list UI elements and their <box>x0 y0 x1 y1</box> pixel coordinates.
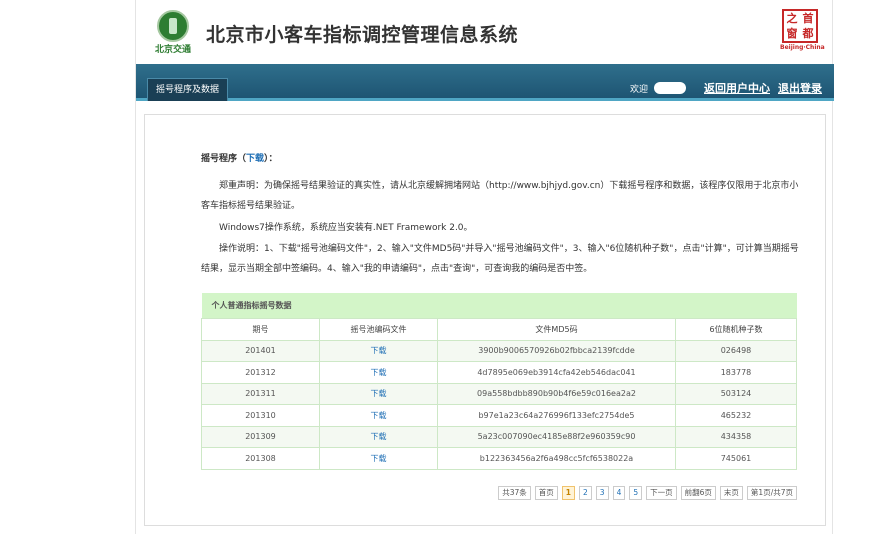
pool-file-download-link[interactable]: 下载 <box>319 382 438 405</box>
logo-emblem-icon <box>157 10 189 42</box>
section-title: 摇号程序（下载）： <box>201 154 278 164</box>
pool-file-download-link[interactable]: 下载 <box>319 447 438 470</box>
pool-file-download-link[interactable]: 下载 <box>319 361 438 384</box>
pager-total: 共37条 <box>498 486 531 500</box>
seal-char: 都 <box>802 27 814 40</box>
pool-file-download-link[interactable]: 下载 <box>319 339 438 362</box>
disclaimer-text: 郑重声明：为确保摇号结果验证的真实性，请从北京缓解拥堵网站（http://www… <box>201 181 799 211</box>
seed-cell: 183778 <box>675 361 797 384</box>
nav-bar: 摇号程序及数据 欢迎 返回用户中心 退出登录 <box>136 64 834 101</box>
site-title: 北京市小客车指标调控管理信息系统 <box>206 24 519 46</box>
col-header-pool-file: 摇号池编码文件 <box>319 318 438 341</box>
user-center-link[interactable]: 返回用户中心 <box>704 80 770 96</box>
seed-cell: 503124 <box>675 382 797 405</box>
seal-char: 窗 <box>786 27 798 40</box>
table-row: 201401 下载 3900b9006570926b02fbbca2139fcd… <box>201 339 797 362</box>
username-redacted <box>654 82 686 94</box>
pager-page-5[interactable]: 5 <box>629 486 643 500</box>
page-container: 北京交通 北京市小客车指标调控管理信息系统 之 首 窗 都 Beijing·Ch… <box>135 0 834 534</box>
table-row: 201308 下载 b122363456a2f6a498cc5fcf653802… <box>201 447 797 470</box>
table-row: 201310 下载 b97e1a23c64a276996f133efc2754d… <box>201 404 797 427</box>
md5-cell: 09a558bdbb890b90b4f6e59c016ea2a2 <box>437 382 676 405</box>
logout-link[interactable]: 退出登录 <box>778 80 822 96</box>
pager-page-4[interactable]: 4 <box>612 486 626 500</box>
seed-cell: 745061 <box>675 447 797 470</box>
md5-cell: b97e1a23c64a276996f133efc2754de5 <box>437 404 676 427</box>
program-download-link[interactable]: 下载 <box>246 154 264 164</box>
pager-next-button[interactable]: 下一页 <box>646 486 677 500</box>
seed-cell: 434358 <box>675 425 797 448</box>
table-row: 201311 下载 09a558bdbb890b90b4f6e59c016ea2… <box>201 382 797 405</box>
instructions-text: 操作说明：1、下载"摇号池编码文件"，2、输入"文件MD5码"并导入"摇号池编码… <box>201 244 799 274</box>
period-cell: 201308 <box>201 447 320 470</box>
md5-cell: b122363456a2f6a498cc5fcf6538022a <box>437 447 676 470</box>
pool-file-download-link[interactable]: 下载 <box>319 425 438 448</box>
period-cell: 201309 <box>201 425 320 448</box>
seed-cell: 465232 <box>675 404 797 427</box>
seal-char: 首 <box>802 12 814 25</box>
pager-status: 第1页/共7页 <box>746 486 797 500</box>
seal-caption: Beijing·China <box>780 44 825 51</box>
seal-char: 之 <box>786 12 798 25</box>
lottery-data-table: 个人普通指标摇号数据 期号 摇号池编码文件 文件MD5码 6位随机种子数 201… <box>201 293 797 470</box>
period-cell: 201310 <box>201 404 320 427</box>
pool-file-download-link[interactable]: 下载 <box>319 404 438 427</box>
logo-text: 北京交通 <box>154 45 191 55</box>
tab-lottery-data[interactable]: 摇号程序及数据 <box>147 78 229 101</box>
period-cell: 201401 <box>201 339 320 362</box>
col-header-seed: 6位随机种子数 <box>675 318 797 341</box>
capital-seal-logo: 之 首 窗 都 Beijing·China <box>780 9 825 55</box>
pager-page-1[interactable]: 1 <box>561 486 576 500</box>
table-row: 201312 下载 4d7895e069eb3914cfa42eb546dac0… <box>201 361 797 384</box>
pagination: 共37条 首页 1 2 3 4 5 下一页 前翻6页 末页 第1页/共7页 <box>498 486 797 500</box>
beijing-transport-logo: 北京交通 <box>153 10 193 55</box>
system-requirement-text: Windows7操作系统，系统应当安装有.NET Framework 2.0。 <box>219 223 473 233</box>
seed-cell: 026498 <box>675 339 797 362</box>
pager-last-button[interactable]: 末页 <box>719 486 743 500</box>
md5-cell: 5a23c007090ec4185e88f2e960359c90 <box>437 425 676 448</box>
period-cell: 201311 <box>201 382 320 405</box>
user-nav: 欢迎 返回用户中心 退出登录 <box>630 80 822 96</box>
welcome-text: 欢迎 <box>629 84 648 95</box>
table-caption: 个人普通指标摇号数据 <box>201 293 797 319</box>
period-cell: 201312 <box>201 361 320 384</box>
table-row: 201309 下载 5a23c007090ec4185e88f2e960359c… <box>201 425 797 448</box>
md5-cell: 3900b9006570926b02fbbca2139fcdde <box>437 339 676 362</box>
pager-page-2[interactable]: 2 <box>579 486 592 500</box>
main-content: 摇号程序（下载）： 郑重声明：为确保摇号结果验证的真实性，请从北京缓解拥堵网站（… <box>144 114 826 526</box>
pager-jump-button[interactable]: 前翻6页 <box>680 486 716 500</box>
pager-first-button[interactable]: 首页 <box>534 486 558 500</box>
md5-cell: 4d7895e069eb3914cfa42eb546dac041 <box>437 361 676 384</box>
col-header-period: 期号 <box>201 318 320 341</box>
header: 北京交通 北京市小客车指标调控管理信息系统 之 首 窗 都 Beijing·Ch… <box>136 0 834 62</box>
col-header-md5: 文件MD5码 <box>437 318 676 341</box>
pager-page-3[interactable]: 3 <box>595 486 609 500</box>
